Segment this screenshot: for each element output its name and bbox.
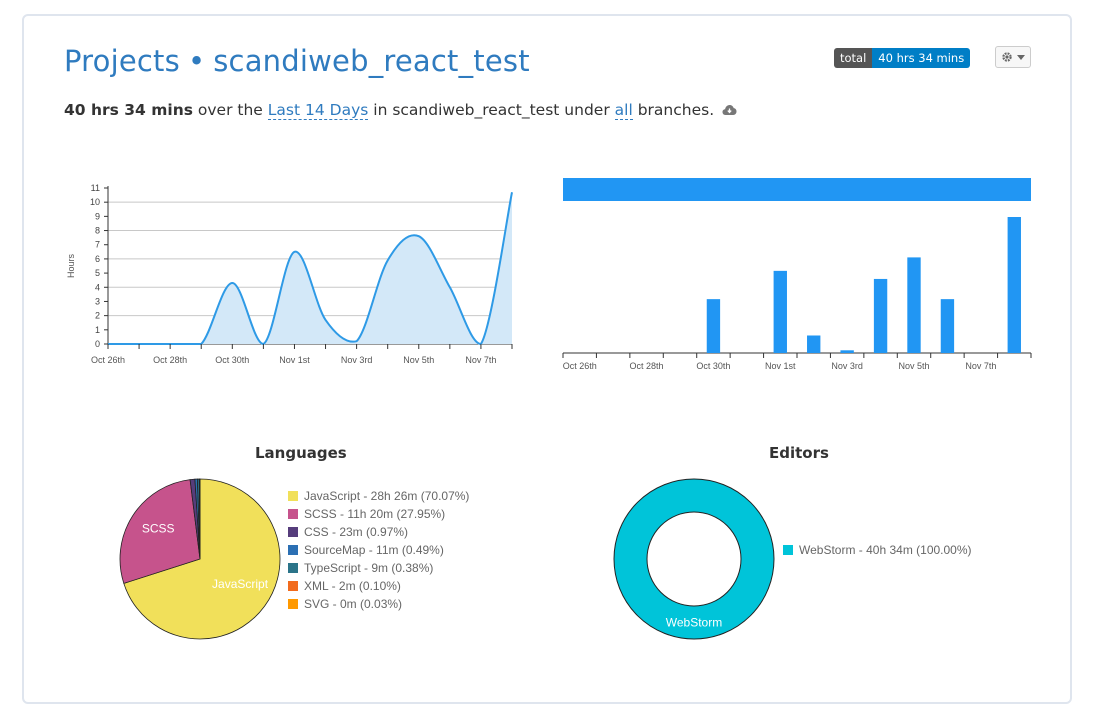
caret-down-icon — [1017, 55, 1025, 60]
legend-swatch — [288, 563, 298, 573]
top-band-bar — [563, 178, 1031, 201]
bar — [941, 299, 954, 353]
bar — [807, 335, 820, 353]
summary-duration: 40 hrs 34 mins — [64, 101, 193, 119]
y-axis-label: Hours — [66, 254, 76, 279]
slice-label: SCSS — [142, 521, 175, 535]
x-tick-label: Oct 30th — [696, 361, 730, 371]
legend-swatch — [783, 545, 793, 555]
settings-dropdown-button[interactable] — [995, 46, 1031, 68]
legend-label: WebStorm - 40h 34m (100.00%) — [799, 543, 972, 557]
total-time-badge[interactable]: total 40 hrs 34 mins — [834, 48, 970, 68]
x-tick-label: Nov 3rd — [341, 355, 373, 365]
area-fill — [108, 192, 512, 344]
slice-label: JavaScript — [212, 577, 269, 591]
badge-value: 40 hrs 34 mins — [872, 48, 970, 68]
legend-label: SVG - 0m (0.03%) — [304, 597, 402, 611]
legend-swatch — [288, 527, 298, 537]
y-tick-label: 6 — [95, 254, 100, 264]
gear-icon — [1001, 51, 1013, 63]
editors-title: Editors — [769, 444, 829, 462]
x-tick-label: Nov 5th — [403, 355, 434, 365]
date-range-link[interactable]: Last 14 Days — [268, 101, 369, 120]
y-tick-label: 2 — [95, 311, 100, 321]
badge-label: total — [834, 48, 872, 68]
x-tick-label: Oct 28th — [630, 361, 664, 371]
y-tick-label: 10 — [90, 197, 100, 207]
bar — [1008, 217, 1021, 353]
legend-swatch — [288, 599, 298, 609]
summary-line: 40 hrs 34 mins over the Last 14 Days in … — [64, 101, 737, 120]
legend-item[interactable]: SVG - 0m (0.03%) — [288, 595, 469, 613]
legend-item[interactable]: SCSS - 11h 20m (27.95%) — [288, 505, 469, 523]
slice-label: WebStorm — [666, 616, 722, 630]
bar — [707, 299, 720, 353]
y-tick-label: 4 — [95, 282, 100, 292]
hours-area-chart: 0 1 2 3 4 5 6 7 8 9 10 11 Hours Oct 26th Oct 28th Oct 3… — [60, 180, 530, 380]
legend-swatch — [288, 509, 298, 519]
y-tick-label: 1 — [95, 325, 100, 335]
page-title: Projects•scandiweb_react_test — [64, 44, 530, 78]
cloud-download-icon[interactable] — [722, 102, 737, 120]
legend-item[interactable]: CSS - 23m (0.97%) — [288, 523, 469, 541]
legend-label: SCSS - 11h 20m (27.95%) — [304, 507, 445, 521]
legend-item[interactable]: JavaScript - 28h 26m (70.07%) — [288, 487, 469, 505]
legend-label: CSS - 23m (0.97%) — [304, 525, 408, 539]
summary-text-in: in scandiweb_react_test under — [373, 101, 609, 119]
bar — [907, 257, 920, 353]
daily-bar-chart: Oct 26th Oct 28th Oct 30th Nov 1st Nov 3rd No… — [556, 172, 1036, 380]
legend-label: JavaScript - 28h 26m (70.07%) — [304, 489, 469, 503]
y-tick-label: 3 — [95, 296, 100, 306]
legend-item[interactable]: XML - 2m (0.10%) — [288, 577, 469, 595]
y-tick-label: 7 — [95, 240, 100, 250]
legend-label: TypeScript - 9m (0.38%) — [304, 561, 433, 575]
x-tick-label: Nov 7th — [965, 361, 996, 371]
bar — [774, 271, 787, 353]
legend-item[interactable]: TypeScript - 9m (0.38%) — [288, 559, 469, 577]
project-name: scandiweb_react_test — [213, 44, 530, 78]
y-tick-label: 0 — [95, 339, 100, 349]
x-tick-label: Oct 30th — [215, 355, 249, 365]
y-tick-label: 5 — [95, 268, 100, 278]
title-separator: • — [188, 44, 205, 78]
x-tick-label: Nov 1st — [279, 355, 310, 365]
x-tick-label: Oct 26th — [91, 355, 125, 365]
languages-title: Languages — [255, 444, 347, 462]
title-prefix-link[interactable]: Projects — [64, 44, 180, 78]
legend-item[interactable]: SourceMap - 11m (0.49%) — [288, 541, 469, 559]
bar — [840, 350, 853, 353]
branch-filter-link[interactable]: all — [615, 101, 633, 120]
legend-swatch — [288, 491, 298, 501]
legend-label: SourceMap - 11m (0.49%) — [304, 543, 444, 557]
summary-text-end: branches. — [638, 101, 714, 119]
summary-text-over: over the — [198, 101, 263, 119]
x-tick-label: Nov 5th — [898, 361, 929, 371]
x-tick-label: Nov 3rd — [831, 361, 863, 371]
x-tick-label: Oct 28th — [153, 355, 187, 365]
legend-label: XML - 2m (0.10%) — [304, 579, 401, 593]
languages-pie-chart: JavaScript SCSS — [115, 474, 285, 644]
pie-hole — [647, 512, 741, 606]
bar — [874, 279, 887, 353]
languages-legend: JavaScript - 28h 26m (70.07%) SCSS - 11h … — [288, 487, 469, 613]
x-tick-label: Oct 26th — [563, 361, 597, 371]
x-tick-label: Nov 1st — [765, 361, 796, 371]
legend-swatch — [288, 581, 298, 591]
y-tick-label: 11 — [91, 183, 100, 193]
editors-legend: WebStorm - 40h 34m (100.00%) — [783, 541, 972, 559]
y-tick-label: 8 — [95, 226, 100, 236]
y-tick-label: 9 — [95, 211, 100, 221]
legend-swatch — [288, 545, 298, 555]
x-tick-label: Nov 7th — [465, 355, 496, 365]
legend-item[interactable]: WebStorm - 40h 34m (100.00%) — [783, 541, 972, 559]
editors-donut-chart: WebStorm — [609, 474, 779, 644]
